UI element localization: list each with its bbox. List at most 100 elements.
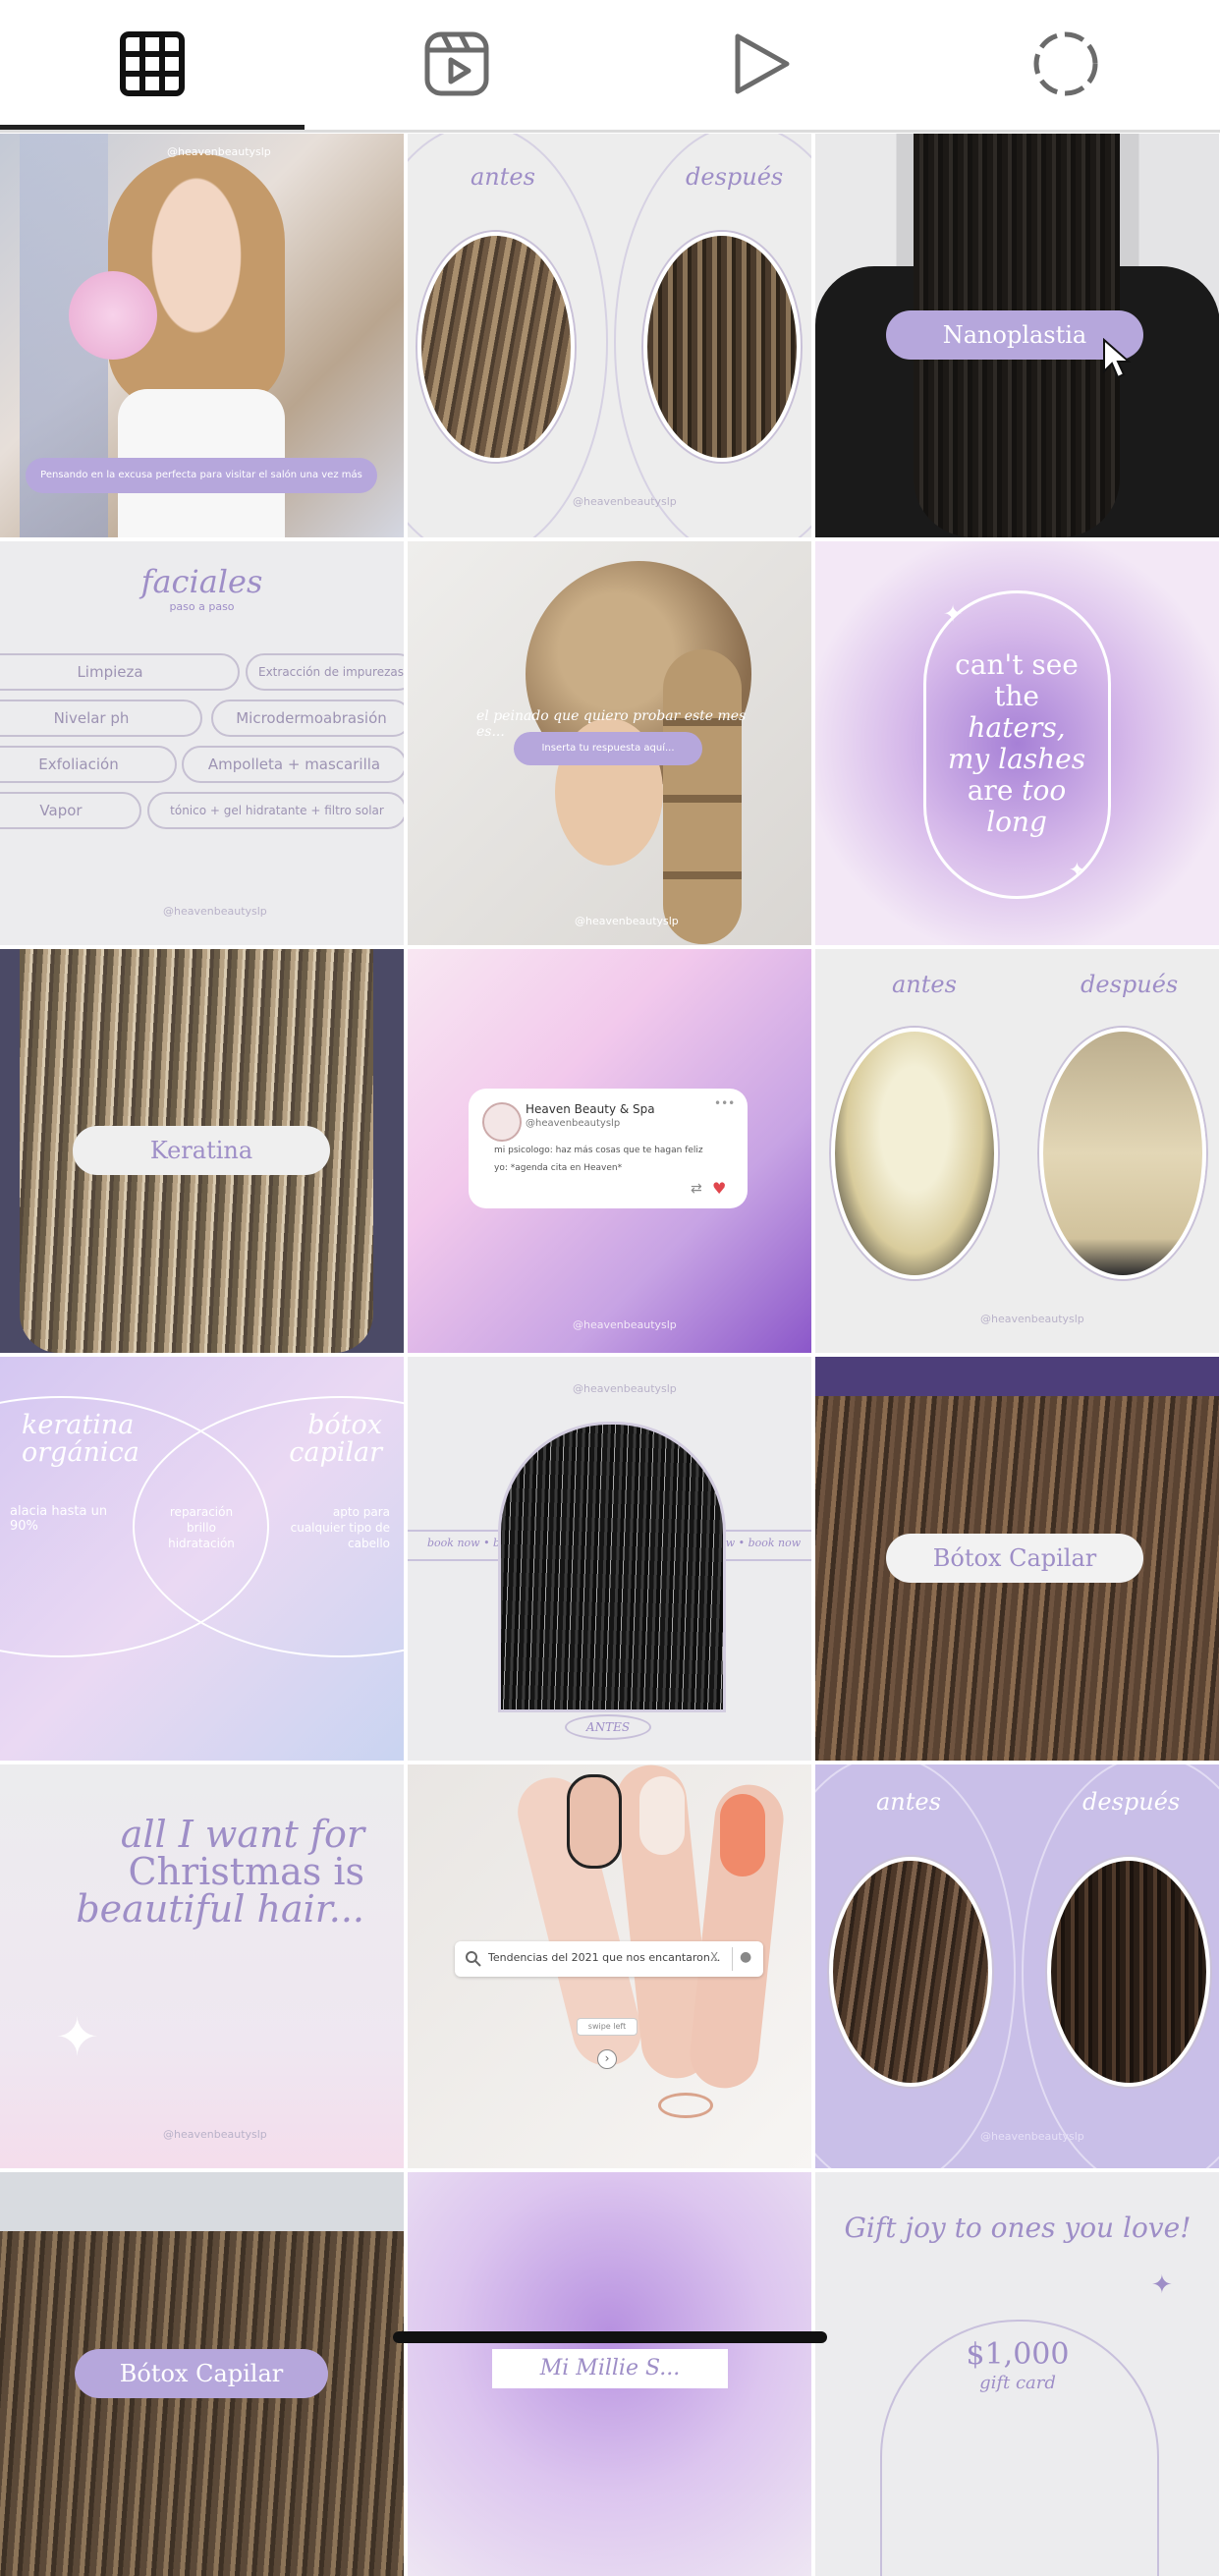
before-photo [417, 232, 575, 462]
salon-wall [0, 2172, 404, 2231]
post-14[interactable]: Tendencias del 2021 que nos encantaron..… [408, 1764, 811, 2168]
tweet-line: yo: *agenda cita en Heaven* [494, 1163, 623, 1173]
venn-left-title: keratina orgánica [22, 1412, 139, 1467]
quote-word: too [1022, 774, 1067, 807]
after-label: después [1081, 971, 1179, 998]
reels-icon [424, 31, 489, 96]
retweet-icon: ⇄ [691, 1181, 702, 1197]
text-line: hidratación [168, 1537, 235, 1550]
post-4[interactable]: faciales paso a paso Limpieza Extracción… [0, 541, 404, 945]
post-3[interactable]: Nanoplastia [815, 134, 1219, 537]
sparkle-icon: ✦ [1151, 2270, 1173, 2300]
tab-divider [0, 130, 1220, 133]
heart-icon: ♥ [712, 1179, 727, 1198]
sparkle-icon: ✦ [55, 2006, 100, 2068]
post-title: Gift joy to ones you love! [844, 2212, 1192, 2244]
post-16[interactable]: Bótox Capilar [0, 2172, 404, 2576]
post-17[interactable]: Mi Millie S... [408, 2172, 811, 2576]
home-indicator[interactable] [393, 2331, 827, 2343]
gift-amount: $1,000 [966, 2337, 1070, 2372]
grid-icon [120, 31, 185, 96]
sparkle-icon: ✦ [1069, 858, 1085, 881]
post-handle: @heavenbeautyslp [575, 915, 679, 927]
post-title: faciales [140, 563, 263, 600]
nail-art [720, 1794, 765, 1876]
post-handle: @heavenbeautyslp [163, 2128, 267, 2141]
tweet-name: Heaven Beauty & Spa [526, 1102, 655, 1116]
step-chip: Extracción de impurezas [246, 653, 404, 691]
tab-tagged[interactable] [914, 0, 1218, 128]
post-10[interactable]: keratina orgánica bótox capilar alacia h… [0, 1357, 404, 1761]
service-label: Keratina [73, 1126, 330, 1175]
title-line: bótox [307, 1410, 382, 1440]
quote-line: are too [904, 775, 1130, 807]
caption-pill: Pensando en la excusa perfecta para visi… [26, 458, 377, 493]
text-line: cabello [348, 1537, 390, 1550]
tab-reels[interactable] [305, 0, 609, 128]
before-label: antes [471, 163, 535, 191]
post-handle: @heavenbeautyslp [573, 1318, 677, 1331]
divider [732, 1947, 733, 1971]
venn-right-title: bótox capilar [289, 1412, 382, 1467]
post-handle: @heavenbeautyslp [980, 2130, 1084, 2143]
search-bar: Tendencias del 2021 que nos encantaron..… [455, 1941, 763, 1977]
quote-line: haters, [968, 711, 1066, 744]
mic-icon: ● [740, 1949, 752, 1965]
venn-center-text: reparación brillo hidratación [147, 1504, 255, 1551]
post-handle: @heavenbeautyslp [573, 495, 677, 508]
post-11[interactable]: @heavenbeautyslp book now • boo now • bo… [408, 1357, 811, 1761]
tweet-handle: @heavenbeautyslp [526, 1118, 621, 1129]
tab-videos[interactable] [609, 0, 914, 128]
after-label: después [1082, 1788, 1181, 1816]
text-line: reparación [169, 1505, 234, 1519]
loading-circle-icon [1033, 31, 1098, 96]
post-6[interactable]: can't see the haters, my lashes are too … [815, 541, 1219, 945]
service-label: Bótox Capilar [886, 1534, 1143, 1583]
avatar [482, 1102, 522, 1142]
more-icon: ••• [714, 1096, 736, 1110]
post-handle: @heavenbeautyslp [167, 145, 271, 158]
title-banner: Mi Millie S... [492, 2349, 728, 2388]
nail-art [567, 1774, 622, 1869]
post-1[interactable]: @heavenbeautyslp Pensando en la excusa p… [0, 134, 404, 537]
post-12[interactable]: Bótox Capilar [815, 1357, 1219, 1761]
post-5[interactable]: el peinado que quiero probar este mes es… [408, 541, 811, 945]
text-line: apto para [332, 1505, 390, 1519]
pink-feather-pen [69, 271, 157, 360]
post-handle: @heavenbeautyslp [573, 1382, 677, 1395]
post-handle: @heavenbeautyslp [163, 905, 267, 918]
before-photo [831, 1028, 998, 1279]
after-photo [643, 232, 801, 462]
post-13[interactable]: all I want for Christmas is beautiful ha… [0, 1764, 404, 2168]
tweet-card: Heaven Beauty & Spa @heavenbeautyslp •••… [469, 1089, 748, 1208]
title-line: capilar [289, 1437, 382, 1468]
before-label: antes [876, 1788, 941, 1816]
sparkle-icon: ✦ [943, 600, 964, 628]
arrow-right-icon: › [597, 2049, 617, 2069]
before-photo [829, 1857, 992, 2087]
gift-subtitle: gift card [979, 2373, 1056, 2393]
quote-line: my lashes [947, 743, 1086, 775]
text-line: beautiful hair... [76, 1887, 364, 1931]
nail-art [639, 1776, 685, 1855]
text-line: alacia hasta un [10, 1504, 108, 1519]
post-18[interactable]: Gift joy to ones you love! ✦ $1,000 gift… [815, 2172, 1219, 2576]
cursor-icon [1103, 338, 1132, 379]
tab-grid[interactable] [0, 0, 305, 128]
stage-label: ANTES [565, 1714, 651, 1740]
post-9[interactable]: antes después @heavenbeautyslp [815, 949, 1219, 1353]
venn-left-text: alacia hasta un 90% [10, 1504, 107, 1534]
christmas-text: all I want for Christmas is beautiful ha… [76, 1816, 364, 1928]
step-chip: Limpieza [0, 653, 240, 691]
post-2[interactable]: antes después @heavenbeautyslp [408, 134, 811, 537]
title-line: orgánica [22, 1437, 139, 1468]
answer-input: Inserta tu respuesta aquí... [514, 732, 702, 765]
ponytail-bubbles [663, 649, 742, 944]
post-7[interactable]: Keratina [0, 949, 404, 1353]
post-handle: @heavenbeautyslp [980, 1313, 1084, 1325]
post-15[interactable]: antes después @heavenbeautyslp [815, 1764, 1219, 2168]
text-line: brillo [187, 1521, 216, 1535]
after-photo [1039, 1028, 1206, 1279]
text-line: all I want for [76, 1816, 364, 1853]
post-8[interactable]: Heaven Beauty & Spa @heavenbeautyslp •••… [408, 949, 811, 1353]
